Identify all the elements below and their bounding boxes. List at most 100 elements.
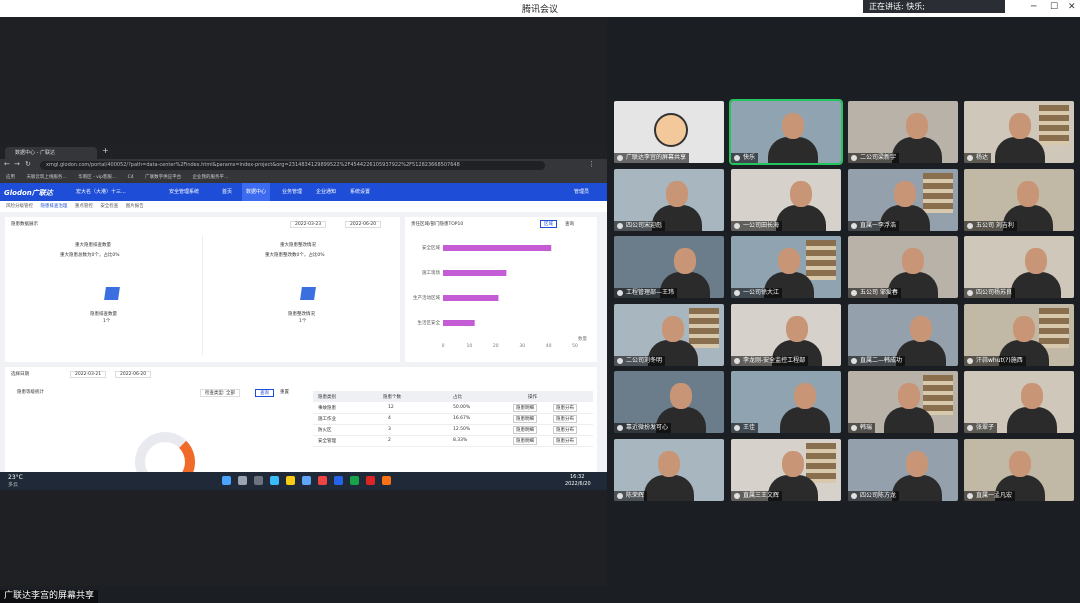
minimize-icon[interactable]: ─ — [1031, 2, 1036, 12]
participant-tile[interactable]: 韩瑞 — [848, 371, 958, 433]
person-body — [644, 475, 694, 501]
project-selector[interactable]: 宏大名（大港）十三... — [72, 183, 130, 201]
participant-tile[interactable]: 汗蒜whut(?)施西 — [964, 304, 1074, 366]
participant-tile[interactable]: 五公司 刘吉利 — [964, 169, 1074, 231]
participant-name: 李龙刚-安全监控工程部 — [731, 356, 809, 366]
menu-icon[interactable]: ⋮ — [588, 160, 595, 168]
type-filter[interactable]: 检查类型: 全部 — [200, 389, 240, 397]
nav-business[interactable]: 业务管理 — [278, 183, 306, 201]
participant-tile[interactable]: 广联达李宫的屏幕共享 — [614, 101, 724, 163]
participant-tile[interactable]: 二公司梁新宇 — [848, 101, 958, 163]
table-row: 施工作业 4 16.67% 隐患明细 隐患分布 — [313, 414, 593, 425]
participant-tile[interactable]: 陈荣辉 — [614, 439, 724, 501]
divider — [202, 235, 203, 355]
detail-button[interactable]: 隐患明细 — [513, 415, 537, 423]
app-icon[interactable] — [334, 476, 343, 485]
participant-name: 五公司 刘吉利 — [964, 221, 1017, 231]
participant-tile[interactable]: 四公司陈方龙 — [848, 439, 958, 501]
subnav-hazard[interactable]: 隐患排查治理 — [40, 204, 67, 209]
participant-tile[interactable]: 四公司宋迎彪 — [614, 169, 724, 231]
participant-tile[interactable]: 一公司徐大江 — [731, 236, 841, 298]
subnav-report[interactable]: 图片报告 — [126, 204, 144, 209]
date-to-input[interactable]: 2022-06-20 — [345, 221, 382, 228]
search-icon[interactable] — [238, 476, 247, 485]
participant-tile[interactable]: 快乐 — [729, 99, 843, 165]
distribution-button[interactable]: 隐患分布 — [553, 404, 577, 412]
tick-label: 40 — [546, 343, 552, 349]
forward-icon[interactable]: → — [14, 160, 20, 168]
detail-button[interactable]: 隐患明细 — [513, 404, 537, 412]
subnav-inspection[interactable]: 安全检查 — [100, 204, 118, 209]
distribution-button[interactable]: 隐患分布 — [553, 415, 577, 423]
bookmark-item[interactable]: 华南区 - vip客服... — [78, 175, 116, 180]
browser-tab[interactable]: 数据中心 - 广联达 — [5, 147, 97, 159]
back-icon[interactable]: ← — [4, 160, 10, 168]
detail-button[interactable]: 隐患明细 — [513, 426, 537, 434]
nav-data-center[interactable]: 数据中心 — [242, 183, 271, 201]
reload-icon[interactable]: ↻ — [25, 160, 31, 168]
participant-tile[interactable]: 直属一孟凡宏 — [964, 439, 1074, 501]
close-icon[interactable]: ✕ — [1068, 2, 1076, 12]
table-header: 隐患类别 隐患个数 占比 操作 — [313, 391, 593, 402]
person-body — [995, 137, 1045, 163]
participant-name: 一公司徐大江 — [731, 288, 783, 298]
wps-icon[interactable] — [366, 476, 375, 485]
explorer-icon[interactable] — [286, 476, 295, 485]
participant-tile[interactable]: 四公司杨苏良 — [964, 236, 1074, 298]
participant-tile[interactable]: 直属一李浮浩 — [848, 169, 958, 231]
bookmark-item[interactable]: 应用 — [6, 175, 15, 180]
maximize-icon[interactable]: ☐ — [1050, 2, 1058, 12]
bar[interactable] — [443, 295, 499, 301]
bookmark-item[interactable]: 广联数字供应平台 — [145, 175, 181, 180]
stats-date-from[interactable]: 2022-03-21 — [70, 371, 107, 378]
participant-tile[interactable]: 工程管理部—王玮 — [614, 236, 724, 298]
wechat-icon[interactable] — [350, 476, 359, 485]
col-count: 隐患个数 — [383, 395, 401, 400]
participant-tile[interactable]: 五公司 邹爱春 — [848, 236, 958, 298]
date-from-input[interactable]: 2022-03-23 — [290, 221, 327, 228]
nav-notice[interactable]: 企业通知 — [312, 183, 340, 201]
person-face — [906, 113, 928, 139]
mail-icon[interactable] — [302, 476, 311, 485]
participant-tile[interactable]: 李龙刚-安全监控工程部 — [731, 304, 841, 366]
participant-tile[interactable]: 张翠子 — [964, 371, 1074, 433]
participant-tile[interactable]: 杨达 — [964, 101, 1074, 163]
bookmark-item[interactable]: 天联云筑上线服务... — [26, 175, 66, 180]
stats-query-button[interactable]: 查询 — [255, 389, 274, 397]
user-name[interactable]: 管理员 — [570, 183, 593, 201]
participant-tile[interactable]: 王佳 — [731, 371, 841, 433]
nav-system[interactable]: 安全管理系统 — [165, 183, 203, 201]
participant-tile[interactable]: 直属三王文辉 — [731, 439, 841, 501]
nav-home[interactable]: 首页 — [218, 183, 236, 201]
stats-date-to[interactable]: 2022-06-20 — [115, 371, 152, 378]
nav-settings[interactable]: 系统设置 — [346, 183, 374, 201]
col-action: 操作 — [528, 395, 537, 400]
table-row: 事故隐患 12 50.00% 隐患明细 隐患分布 — [313, 403, 593, 414]
office-icon[interactable] — [382, 476, 391, 485]
person-face — [1013, 316, 1035, 342]
distribution-button[interactable]: 隐患分布 — [553, 426, 577, 434]
participant-name: 四公司宋迎彪 — [614, 221, 666, 231]
clock-time: 16:32 — [570, 474, 585, 480]
category-label: 施工现场 — [422, 269, 440, 276]
address-bar[interactable]: xmgl.glodon.com/portal/400052/?path=data… — [40, 161, 545, 170]
participant-tile[interactable]: 二公司刘冬明 — [614, 304, 724, 366]
bar[interactable] — [443, 320, 475, 326]
bar[interactable] — [443, 270, 507, 276]
participant-tile[interactable]: 一公司田长海 — [731, 169, 841, 231]
participant-tile[interactable]: 靠近微扮发可心 — [614, 371, 724, 433]
detail-button[interactable]: 隐患明细 — [513, 437, 537, 445]
participant-tile[interactable]: 直属二—韩成功 — [848, 304, 958, 366]
stats-reset-button[interactable]: 重置 — [280, 389, 289, 395]
subnav-key[interactable]: 重点管控 — [75, 204, 93, 209]
bookmark-item[interactable]: 企业我的服务平... — [193, 175, 229, 180]
edge-icon[interactable] — [270, 476, 279, 485]
chrome-icon[interactable] — [318, 476, 327, 485]
subnav-risk[interactable]: 风险分级管控 — [6, 204, 33, 209]
distribution-button[interactable]: 隐患分布 — [553, 437, 577, 445]
start-icon[interactable] — [222, 476, 231, 485]
taskview-icon[interactable] — [254, 476, 263, 485]
new-tab-icon[interactable]: + — [102, 146, 109, 155]
bookmark-item[interactable]: C4 — [128, 175, 134, 180]
bar[interactable] — [443, 245, 552, 251]
